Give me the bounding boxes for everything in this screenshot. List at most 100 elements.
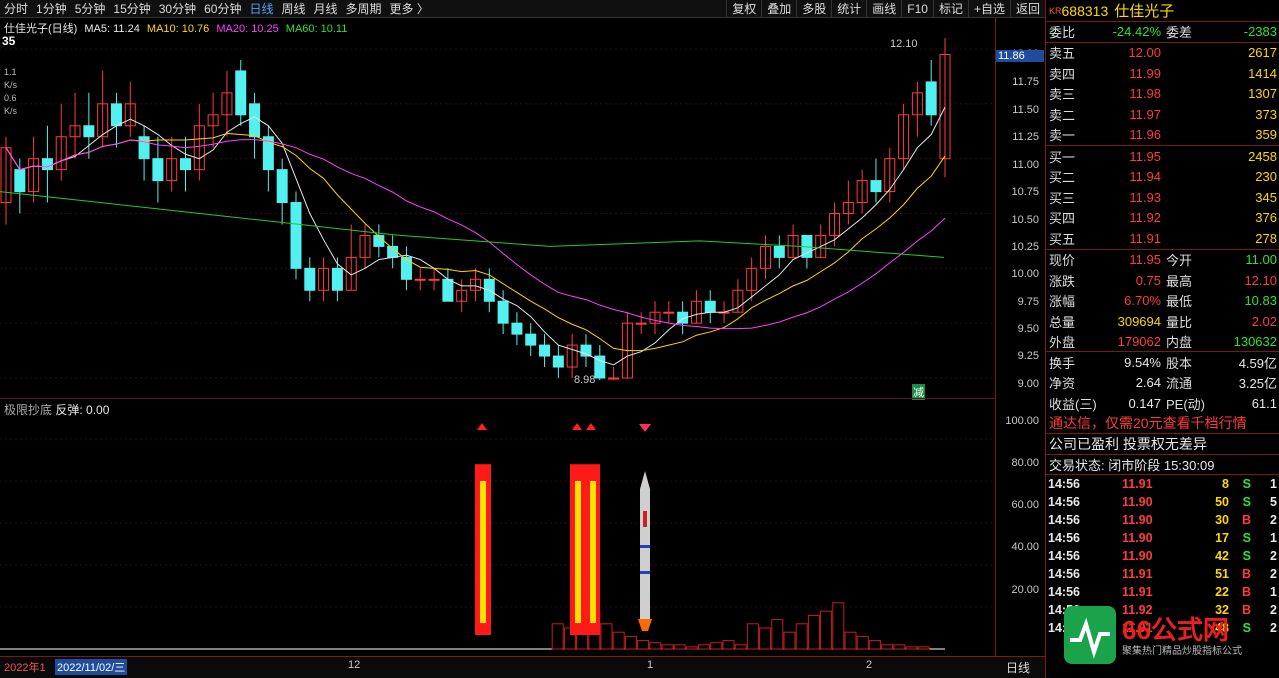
date-axis: 2022年1 2022/11/02/三 12 1 2 日线 [0, 656, 1045, 678]
tab-30min[interactable]: 30分钟 [155, 0, 200, 17]
candle-body [552, 355, 564, 368]
tab-more[interactable]: 更多 〉 [386, 0, 433, 17]
current-price-badge: 11.86 [996, 50, 1044, 62]
ask-row[interactable]: 卖三 11.98 1307 [1046, 84, 1279, 105]
promo-banner[interactable]: 通达信，仅需20元查看千档行情 [1046, 413, 1279, 434]
ask-price: 11.97 [1129, 106, 1161, 122]
tick-side: S [1242, 621, 1251, 635]
bid-row[interactable]: 买二 11.94 230 [1046, 167, 1279, 188]
candle-body [276, 169, 288, 204]
tick-count: 1 [1270, 531, 1277, 545]
speed-unit-1: K/s [4, 80, 18, 90]
tab-fenshi[interactable]: 分时 [0, 0, 32, 17]
tick-side: S [1242, 477, 1251, 491]
mark-button[interactable]: 标记 [932, 0, 968, 18]
bid-row[interactable]: 买五 11.91 278 [1046, 228, 1279, 249]
tab-15min[interactable]: 15分钟 [109, 0, 154, 17]
indicator-bar [881, 644, 894, 650]
stat-label-2: 今开 [1166, 253, 1193, 269]
tab-5min[interactable]: 5分钟 [71, 0, 110, 17]
tick-side: B [1241, 513, 1251, 527]
ask-volume: 1414 [1248, 65, 1277, 81]
ask-price: 11.96 [1129, 127, 1161, 143]
candle-body [41, 158, 53, 171]
stat-label-2: 股本 [1166, 355, 1193, 371]
candle-body [773, 245, 785, 258]
tab-weekly[interactable]: 周线 [277, 0, 309, 17]
back-button[interactable]: 返回 [1009, 0, 1045, 18]
stat-value-2: 3.25亿 [1238, 376, 1277, 392]
indicator-bar [905, 646, 918, 650]
diff-value: -2383 [1243, 24, 1277, 40]
tick-count: 1 [1270, 477, 1277, 491]
ask-row[interactable]: 卖二 11.97 373 [1046, 104, 1279, 125]
candle-body [414, 278, 426, 281]
tab-60min[interactable]: 60分钟 [200, 0, 245, 17]
bid-level: 买四 [1049, 211, 1076, 227]
speed-unit-2: K/s [4, 106, 18, 116]
candle-body [249, 103, 261, 138]
bid-row[interactable]: 买一 11.95 2458 [1046, 146, 1279, 167]
candle-body [138, 136, 150, 160]
adjust-button[interactable]: 复权 [726, 0, 761, 18]
candle-body [511, 322, 523, 335]
bid-row[interactable]: 买四 11.92 376 [1046, 208, 1279, 229]
quote-header: KR 688313 仕佳光子 [1046, 0, 1279, 22]
bid-price: 11.91 [1129, 230, 1161, 246]
indicator-bar [685, 646, 698, 650]
multi-stock-button[interactable]: 多股 [796, 0, 831, 18]
bid-row[interactable]: 买三 11.93 345 [1046, 187, 1279, 208]
tick-volume: 50 [1215, 495, 1229, 509]
ask-row[interactable]: 卖五 12.00 2617 [1046, 43, 1279, 64]
tab-monthly[interactable]: 月线 [310, 0, 342, 17]
stat-label-2: PE(动) [1166, 396, 1206, 412]
stat-label: 换手 [1049, 355, 1076, 371]
overlay-button[interactable]: 叠加 [761, 0, 796, 18]
indicator-bar [624, 635, 637, 650]
candle-body [152, 158, 164, 182]
diff-label: 委差 [1166, 25, 1193, 41]
candle-body [525, 333, 537, 346]
candle-body [235, 70, 247, 116]
stats-button[interactable]: 统计 [831, 0, 866, 18]
bid-price: 11.95 [1129, 148, 1161, 164]
period-label[interactable]: 日线 [1006, 659, 1030, 676]
price-tick: 10.00 [1011, 268, 1039, 280]
add-watchlist-button[interactable]: +自选 [967, 0, 1010, 18]
kline-chart[interactable]: 仕佳光子(日线) MA5: 11.24 MA10: 10.76 MA20: 10… [0, 18, 995, 434]
promo-text[interactable]: 通达信，仅需20元查看千档行情 [1049, 413, 1247, 433]
tick-row: 14:56 11.91 8 S 1 [1046, 475, 1279, 493]
tick-price: 11.90 [1122, 513, 1153, 527]
watermark-logo: 66公式网 聚集热门精品炒股指标公式 [1064, 606, 1242, 666]
rocket-nose-icon [640, 471, 650, 489]
stat-value-2: 130632 [1233, 333, 1277, 349]
stat-value-2: 61.1 [1251, 395, 1277, 411]
ratio-label: 委比 [1049, 25, 1076, 41]
stat-value: 0.75 [1135, 272, 1161, 288]
candle-body [428, 278, 440, 281]
tab-daily[interactable]: 日线 [245, 0, 277, 17]
ask-row[interactable]: 卖一 11.96 359 [1046, 125, 1279, 146]
notice-text: 公司已盈利 投票权无差异 [1049, 435, 1207, 452]
indicator-bar [771, 619, 784, 650]
tick-time: 14:56 [1048, 495, 1080, 509]
price-tick: 11.75 [1012, 76, 1039, 88]
indicator-bar [661, 644, 674, 650]
candle-body [663, 311, 675, 314]
bid-level: 买五 [1049, 231, 1076, 247]
stat-row: 涨跌 0.75 最高 12.10 [1046, 270, 1279, 291]
candle-body [594, 355, 606, 379]
price-tick: 11.50 [1012, 104, 1039, 116]
price-tick: 10.75 [1011, 186, 1039, 198]
tab-multi-period[interactable]: 多周期 [342, 0, 386, 17]
indicator-bar [795, 623, 808, 650]
indicator-panel[interactable]: 极限抄底 反弹: 0.00 [0, 398, 995, 656]
cursor-date: 2022/11/02/三 [55, 659, 128, 675]
candle-body [83, 125, 95, 138]
tab-1min[interactable]: 1分钟 [32, 0, 71, 17]
ask-row[interactable]: 卖四 11.99 1414 [1046, 63, 1279, 84]
indicator-bar [734, 644, 747, 650]
draw-line-button[interactable]: 画线 [866, 0, 901, 18]
f10-button[interactable]: F10 [901, 0, 933, 18]
quote-panel: KR 688313 仕佳光子 委比 -24.42% 委差 -2383 卖五 12… [1045, 0, 1279, 678]
